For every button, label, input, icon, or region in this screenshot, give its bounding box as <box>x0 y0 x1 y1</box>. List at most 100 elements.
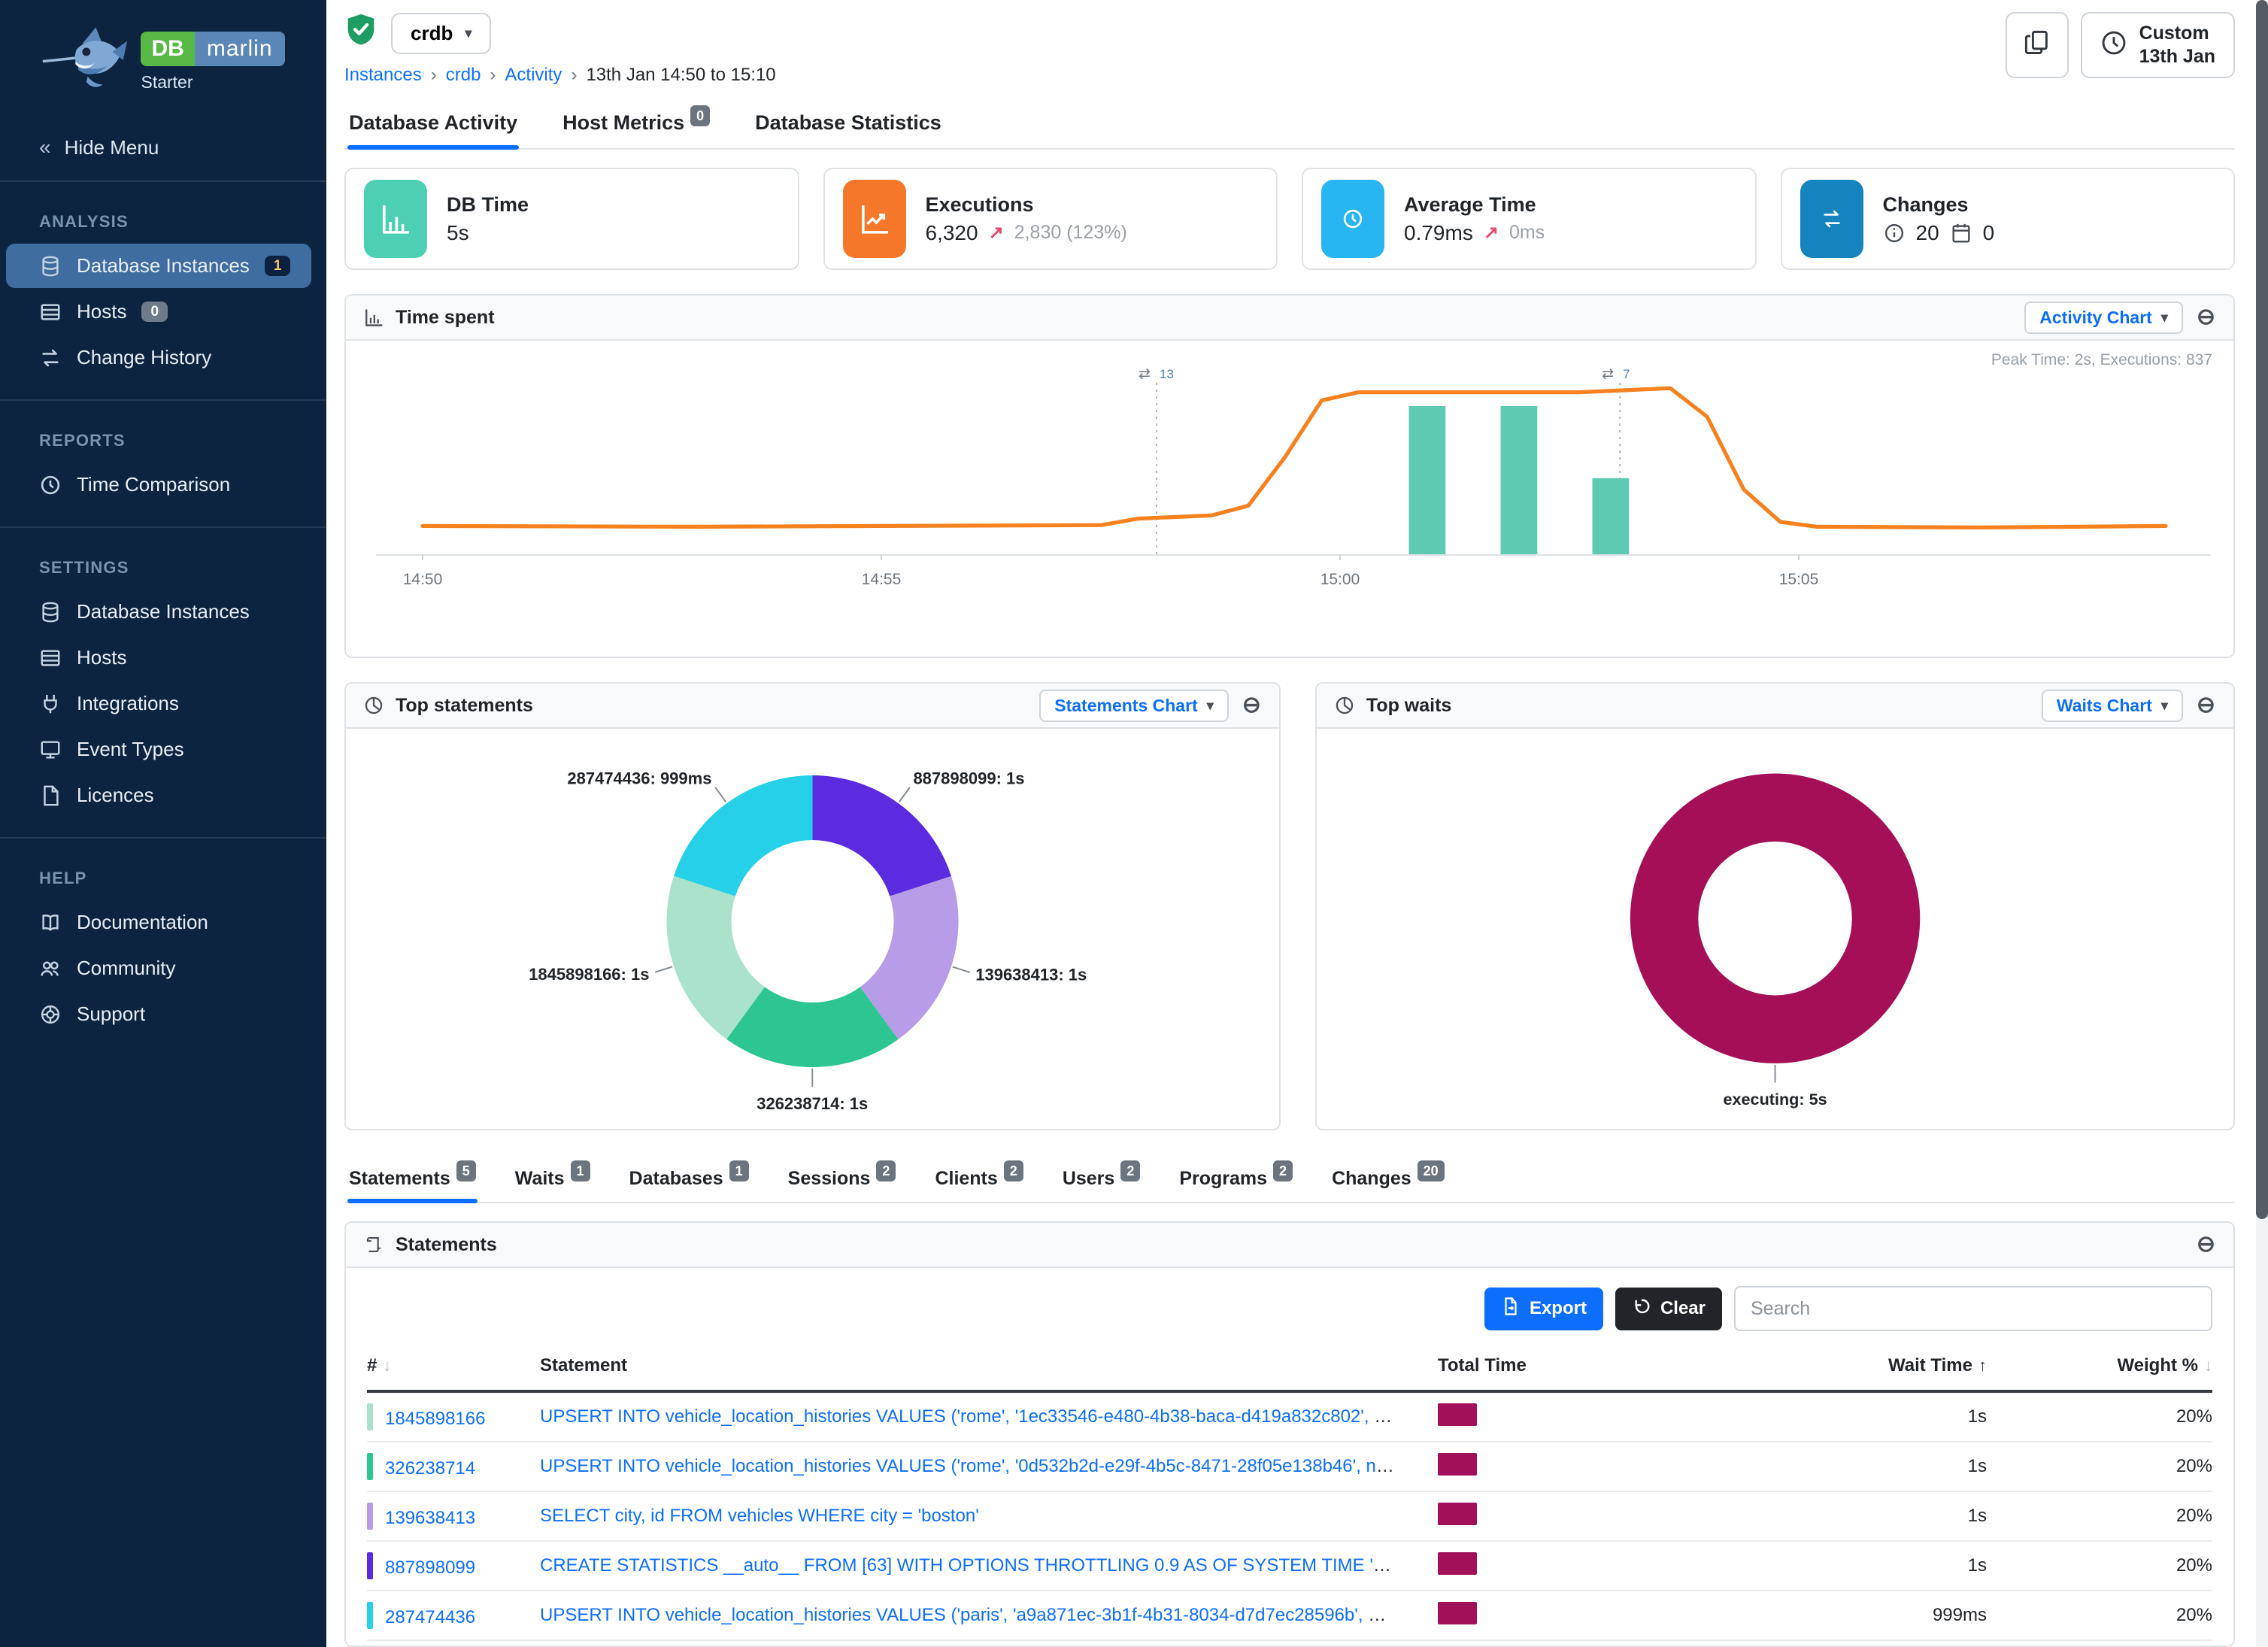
kpi-value: 5s <box>447 221 469 245</box>
breadcrumb-link-instances[interactable]: Instances <box>344 65 422 86</box>
page-tabs: Database Activity Host Metrics0 Database S… <box>344 101 2235 150</box>
collapse-panel-icon[interactable]: ⊖ <box>1242 694 1261 717</box>
count-badge: 1 <box>265 256 291 276</box>
sidebar-item-documentation[interactable]: Documentation <box>0 900 311 945</box>
instance-selector[interactable]: crdb ▾ <box>391 13 491 54</box>
statement-link[interactable]: UPSERT INTO vehicle_location_histories V… <box>540 1406 1438 1427</box>
collapse-icon: « <box>39 135 51 159</box>
sidebar-item-time-comparison[interactable]: Time Comparison <box>0 463 311 507</box>
statement-link[interactable]: UPSERT INTO vehicle_location_histories V… <box>540 1605 1438 1625</box>
detail-tab-sessions[interactable]: Sessions2 <box>787 1160 898 1202</box>
sidebar-item-hosts[interactable]: Hosts <box>0 635 311 680</box>
collapse-panel-icon[interactable]: ⊖ <box>2197 1233 2215 1256</box>
sidebar-section-settings: SETTINGSDatabase InstancesHostsIntegrati… <box>0 528 326 839</box>
brand-marlin: marlin <box>195 32 285 66</box>
statement-id-link[interactable]: 287474436 <box>385 1607 475 1627</box>
breadcrumb-link-crdb[interactable]: crdb <box>446 65 481 86</box>
copy-link-button[interactable] <box>2006 12 2069 78</box>
statement-link[interactable]: SELECT city, id FROM vehicles WHERE city… <box>540 1506 979 1526</box>
detail-tab-databases[interactable]: Databases1 <box>628 1160 750 1202</box>
trend-up-icon: ↗ <box>989 222 1004 244</box>
community-icon <box>39 957 62 980</box>
sidebar-item-integrations[interactable]: Integrations <box>0 681 311 726</box>
detail-tab-statements[interactable]: Statements5 <box>347 1160 478 1202</box>
tab-label: Database Activity <box>349 111 517 134</box>
column-header-total-time[interactable]: Total Time <box>1438 1355 1746 1376</box>
time-range-button[interactable]: Custom 13th Jan <box>2081 12 2235 78</box>
undo-icon <box>1632 1297 1651 1321</box>
brand-logo[interactable]: DB marlin Starter <box>0 0 326 117</box>
statement-color-bar <box>367 1503 373 1530</box>
breadcrumb-separator: › <box>490 65 496 86</box>
collapse-panel-icon[interactable]: ⊖ <box>2197 694 2215 717</box>
column-header-statement[interactable]: Statement <box>540 1355 1438 1376</box>
statement-link[interactable]: CREATE STATISTICS __auto__ FROM [63] WIT… <box>540 1555 1411 1576</box>
scrollbar[interactable] <box>2256 0 2268 1647</box>
column-header-weight[interactable]: Weight %↓ <box>1987 1355 2212 1376</box>
sidebar-item-database-instances[interactable]: Database Instances1 <box>6 244 311 288</box>
sidebar-item-licences[interactable]: Licences <box>0 773 311 817</box>
exchange-icon <box>1800 180 1863 258</box>
tab-database-statistics[interactable]: Database Statistics <box>753 101 943 148</box>
sort-desc-icon[interactable]: ↓ <box>383 1356 391 1375</box>
statement-color-bar <box>367 1602 373 1629</box>
sort-asc-icon[interactable]: ↑ <box>1978 1356 1987 1375</box>
scrollbar-thumb[interactable] <box>2256 0 2268 1219</box>
sidebar-item-change-history[interactable]: Change History <box>0 335 311 380</box>
statements-donut-chart[interactable]: 887898099: 1s139638413: 1s326238714: 1s1… <box>346 729 1279 1129</box>
statement-id-link[interactable]: 326238714 <box>385 1458 475 1479</box>
sidebar-item-event-types[interactable]: Event Types <box>0 727 311 772</box>
svg-text:1845898166: 1s: 1845898166: 1s <box>529 966 649 984</box>
column-header-wait-time[interactable]: Wait Time↑ <box>1746 1355 1987 1376</box>
peak-note: Peak Time: 2s, Executions: 837 <box>1991 351 2212 369</box>
statement-id-link[interactable]: 139638413 <box>385 1508 475 1528</box>
statement-id-link[interactable]: 887898099 <box>385 1558 475 1578</box>
count-badge: 20 <box>1418 1160 1445 1181</box>
waits-donut-chart[interactable]: executing: 5s <box>1317 729 2233 1129</box>
activity-chart-select[interactable]: Activity Chart ▾ <box>2024 302 2183 334</box>
statements-chart-select[interactable]: Statements Chart ▾ <box>1039 690 1228 722</box>
detail-tab-changes[interactable]: Changes20 <box>1330 1160 1446 1202</box>
svg-text:7: 7 <box>1623 367 1630 381</box>
count-badge: 2 <box>876 1160 896 1181</box>
tab-label: Users <box>1063 1168 1115 1189</box>
sidebar-item-support[interactable]: Support <box>0 992 311 1036</box>
tab-host-metrics[interactable]: Host Metrics0 <box>561 101 711 148</box>
sidebar-item-label: Hosts <box>77 646 126 669</box>
collapse-panel-icon[interactable]: ⊖ <box>2197 306 2215 329</box>
detail-tab-users[interactable]: Users2 <box>1061 1160 1142 1202</box>
sidebar-item-database-instances[interactable]: Database Instances <box>0 590 311 634</box>
chevron-down-icon: ▾ <box>1207 698 1214 714</box>
bar-chart-icon <box>364 308 384 327</box>
clear-button[interactable]: Clear <box>1615 1288 1722 1330</box>
sidebar-section-help: HELPDocumentationCommunitySupport <box>0 839 326 1056</box>
sort-desc-icon[interactable]: ↓ <box>2204 1356 2212 1375</box>
sidebar-item-hosts[interactable]: Hosts0 <box>0 290 311 334</box>
detail-tab-clients[interactable]: Clients2 <box>933 1160 1024 1202</box>
column-label: Total Time <box>1438 1355 1527 1376</box>
statement-link[interactable]: UPSERT INTO vehicle_location_histories V… <box>540 1456 1438 1476</box>
statement-id-link[interactable]: 1845898166 <box>385 1409 485 1429</box>
kpi-label: Changes <box>1883 193 1995 217</box>
waits-chart-select[interactable]: Waits Chart ▾ <box>2042 690 2183 722</box>
column-header-[interactable]: #↓ <box>367 1355 540 1376</box>
statement-color-bar <box>367 1453 373 1480</box>
event-types-icon <box>39 739 62 761</box>
hide-menu-button[interactable]: « Hide Menu <box>0 117 326 182</box>
search-input[interactable] <box>1734 1286 2212 1331</box>
svg-text:executing: 5s: executing: 5s <box>1723 1090 1827 1109</box>
detail-tab-programs[interactable]: Programs2 <box>1178 1160 1294 1202</box>
detail-tab-waits[interactable]: Waits1 <box>514 1160 592 1202</box>
wait-time-value: 1s <box>1746 1506 1987 1527</box>
activity-line-chart[interactable]: 14:5014:5515:0015:05⇄13⇄7 <box>346 341 2235 623</box>
kpi-label: Executions <box>926 193 1127 217</box>
sidebar-nav: ANALYSISDatabase Instances1Hosts0Change … <box>0 182 326 1056</box>
tab-label: Clients <box>935 1168 997 1189</box>
breadcrumb-link-activity[interactable]: Activity <box>505 65 562 86</box>
kpi-label: Average Time <box>1404 193 1545 217</box>
export-button[interactable]: Export <box>1484 1288 1603 1330</box>
sidebar-item-community[interactable]: Community <box>0 946 311 990</box>
tab-database-activity[interactable]: Database Activity <box>347 101 519 148</box>
copy-icon <box>2024 29 2051 62</box>
top-statements-chart: 887898099: 1s139638413: 1s326238714: 1s1… <box>346 729 1279 1129</box>
